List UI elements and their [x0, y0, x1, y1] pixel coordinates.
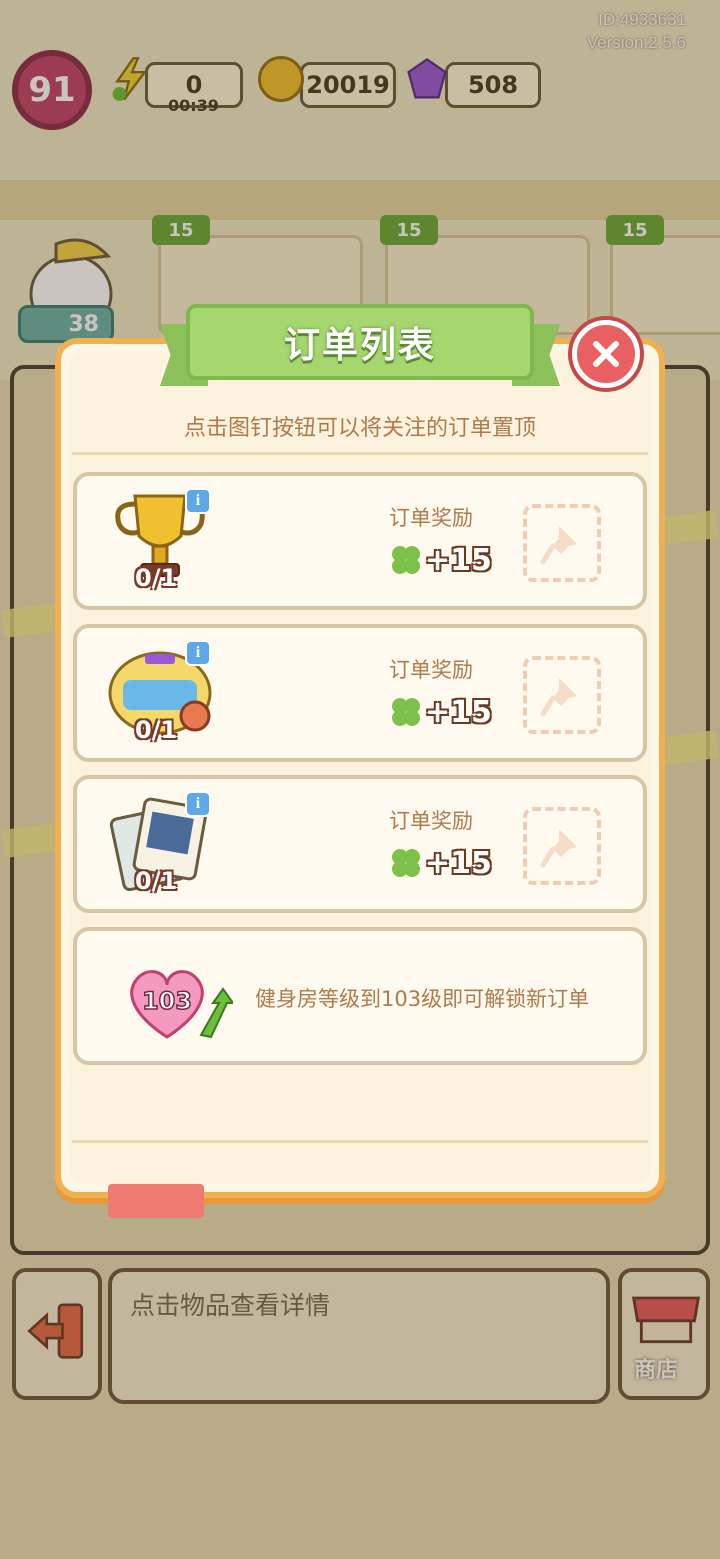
level-heart-icon: 103: [130, 970, 233, 1039]
reward-amount: +15: [425, 542, 492, 578]
reward-label: 订单奖励: [389, 658, 473, 682]
pin-icon: [540, 678, 577, 717]
reward-amount: +15: [425, 694, 492, 730]
reward-amount: +15: [425, 845, 492, 881]
order-progress: 0/1: [135, 867, 178, 895]
clover-icon: [392, 698, 420, 726]
divider: [72, 1140, 648, 1143]
reward-value: +15: [389, 540, 492, 580]
info-icon[interactable]: i: [185, 640, 211, 666]
reward-value: +15: [389, 843, 492, 883]
pin-icon: [540, 526, 577, 565]
close-icon: [593, 341, 619, 367]
order-row[interactable]: i 0/1 订单奖励 +15: [73, 624, 647, 762]
close-button[interactable]: [572, 320, 640, 388]
unlock-hint: 健身房等级到103级即可解锁新订单: [255, 987, 590, 1011]
unlock-level: 103: [142, 987, 192, 1015]
dialog-subtitle: 点击图钉按钮可以将关注的订单置顶: [183, 416, 536, 441]
clover-icon: [392, 546, 420, 574]
clover-icon: [392, 849, 420, 877]
dialog-title: 订单列表: [283, 325, 436, 366]
info-icon[interactable]: i: [185, 488, 211, 514]
title-ribbon: 订单列表: [160, 300, 560, 392]
locked-order-row: 103 健身房等级到103级即可解锁新订单: [73, 927, 647, 1065]
order-list-dialog: [55, 338, 665, 1198]
ribbon-banner: 订单列表: [186, 304, 534, 380]
order-row[interactable]: i 0/1 订单奖励 +15: [73, 472, 647, 610]
pin-icon: [540, 829, 577, 868]
reward-label: 订单奖励: [389, 809, 473, 833]
divider: [72, 452, 648, 455]
pin-button[interactable]: [523, 504, 601, 582]
order-progress: 0/1: [135, 716, 178, 744]
reward-value: +15: [389, 692, 492, 732]
order-row[interactable]: i 0/1 订单奖励 +15: [73, 775, 647, 913]
order-progress: 0/1: [135, 564, 178, 592]
info-icon[interactable]: i: [185, 791, 211, 817]
pin-button[interactable]: [523, 807, 601, 885]
reward-label: 订单奖励: [389, 506, 473, 530]
pin-button[interactable]: [523, 656, 601, 734]
bookmark-tab: [108, 1184, 204, 1218]
